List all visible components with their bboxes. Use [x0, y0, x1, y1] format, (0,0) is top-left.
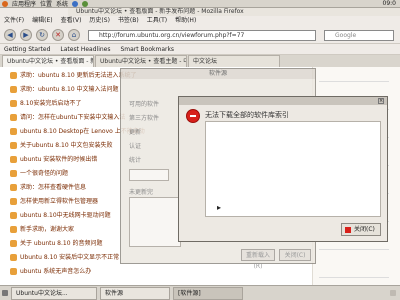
menu-file[interactable]: 文件(F)	[4, 16, 24, 26]
top-panel: 应用程序 位置 系统 09:0	[0, 0, 400, 8]
topic-row[interactable]: ubuntu 系统无声音怎么办	[10, 267, 91, 277]
tab-authentication[interactable]: 认证	[129, 141, 141, 150]
topic-row[interactable]: 求助：ubuntu 8.10 更新后无法进入系统了	[10, 71, 137, 81]
topic-folder-icon	[10, 128, 17, 135]
taskbar-software-sources[interactable]: 软件源	[100, 286, 170, 300]
tab-statistics[interactable]: 统计	[129, 155, 141, 164]
show-desktop-icon[interactable]	[2, 290, 8, 296]
close-button[interactable]: 关闭(C)	[341, 223, 381, 236]
divider	[319, 277, 389, 278]
tab-strip: Ubuntu中文论坛 • 查看版面 - 新手... Ubuntu中文论坛 • 查…	[0, 55, 400, 67]
source-list[interactable]	[129, 197, 181, 247]
menu-bar: 文件(F) 编辑(E) 查看(V) 历史(S) 书签(B) 工具(T) 帮助(H…	[0, 16, 400, 26]
topic-row[interactable]: 8.10安装完后启动不了	[10, 99, 81, 109]
bottom-panel: Ubuntu中文论坛... 软件源 [软件源]	[0, 285, 400, 300]
error-message: 无法下载全部的软件库索引	[205, 111, 289, 119]
topic-folder-icon	[10, 254, 17, 261]
mail-launcher-icon[interactable]	[82, 0, 89, 7]
topic-folder-icon	[10, 72, 17, 79]
menu-view[interactable]: 查看(V)	[61, 16, 82, 26]
ubuntu-logo-icon[interactable]	[2, 0, 8, 7]
topic-folder-icon	[10, 198, 17, 205]
topic-row[interactable]: Ubuntu 8.10 安装后中文显示不正常	[10, 253, 119, 263]
bookmark-smart-bookmarks[interactable]: Smart Bookmarks	[120, 44, 174, 54]
back-arrow-icon[interactable]: ◀	[4, 29, 16, 41]
topic-row[interactable]: 请问：怎样在ubuntu下安装中文输入法	[10, 113, 125, 123]
dialog-titlebar[interactable]: ×	[179, 97, 387, 105]
panel-menu-system[interactable]: 系统	[56, 0, 68, 8]
topic-folder-icon	[10, 240, 17, 247]
menu-bookmarks[interactable]: 书签(B)	[118, 16, 139, 26]
tab-forum-list[interactable]: Ubuntu中文论坛 • 查看版面 - 新手...	[2, 55, 94, 67]
error-details-textarea[interactable]	[205, 121, 381, 217]
back-close-button[interactable]: 关闭(C)	[279, 249, 311, 261]
tab-forum-topic[interactable]: Ubuntu中文论坛 • 查看主题 - 中...	[95, 55, 187, 67]
close-icon[interactable]: ×	[378, 98, 384, 104]
stop-icon[interactable]: ✕	[52, 29, 64, 41]
menu-history[interactable]: 历史(S)	[89, 16, 110, 26]
topic-row[interactable]: 求助：怎样查看硬件信息	[10, 183, 86, 193]
dialog-title: 软件源	[121, 69, 315, 79]
reload-button[interactable]: 重新载入(R)	[241, 249, 275, 270]
topic-row[interactable]: ubuntu 安装软件的时候出错	[10, 155, 97, 165]
topic-folder-icon	[10, 100, 17, 107]
topic-folder-icon	[10, 212, 17, 219]
divider	[319, 81, 389, 82]
bookmarks-toolbar: Getting Started Latest Headlines Smart B…	[0, 44, 400, 55]
trash-icon[interactable]	[390, 290, 396, 296]
error-icon	[186, 109, 200, 123]
topic-folder-icon	[10, 142, 17, 149]
menu-edit[interactable]: 编辑(E)	[32, 16, 52, 26]
topic-folder-icon	[10, 114, 17, 121]
topic-row[interactable]: 怎样使用新立得软件包管理器	[10, 197, 98, 207]
topic-row[interactable]: 求助：ubuntu 8.10 中文输入法问题	[10, 85, 119, 95]
tab-third-party[interactable]: 第三方软件	[129, 113, 159, 122]
topic-folder-icon	[10, 268, 17, 275]
close-icon	[345, 227, 351, 233]
firefox-launcher-icon[interactable]	[72, 0, 79, 7]
forward-arrow-icon[interactable]: ▶	[20, 29, 32, 41]
menu-help[interactable]: 帮助(H)	[175, 16, 196, 26]
reload-icon[interactable]: ↻	[36, 29, 48, 41]
home-icon[interactable]: ⌂	[68, 29, 80, 41]
bookmark-latest-headlines[interactable]: Latest Headlines	[60, 44, 110, 54]
text-cursor-icon: ▸	[217, 203, 222, 212]
topic-row[interactable]: 关于ubuntu 8.10 中文包安装失败	[10, 141, 113, 151]
section-label: 未更新完	[129, 189, 154, 196]
topic-folder-icon	[10, 170, 17, 177]
taskbar-error-dialog[interactable]: [软件源]	[173, 286, 243, 300]
url-bar[interactable]: http://forum.ubuntu.org.cn/viewforum.php…	[88, 30, 316, 41]
panel-menu-applications[interactable]: 应用程序	[12, 0, 36, 8]
update-dropdown[interactable]	[129, 169, 169, 181]
divider	[319, 249, 389, 250]
window-title: Ubuntu中文论坛 • 查看版面 - 新手发布问题 - Mozilla Fir…	[68, 8, 400, 16]
panel-menu-places[interactable]: 位置	[40, 0, 52, 8]
tab-forum-home[interactable]: 中文论坛	[188, 55, 280, 67]
menu-tools[interactable]: 工具(T)	[147, 16, 167, 26]
bookmark-getting-started[interactable]: Getting Started	[4, 44, 50, 54]
topic-folder-icon	[10, 226, 17, 233]
topic-folder-icon	[10, 86, 17, 93]
topic-row[interactable]: ubuntu 8.10中无线网卡驱动问题	[10, 211, 111, 221]
topic-row[interactable]: 关于 ubuntu 8.10 的音频问题	[10, 239, 102, 249]
tab-available-software[interactable]: 可用的软件	[129, 99, 159, 108]
topic-folder-icon	[10, 184, 17, 191]
tab-updates[interactable]: 更新	[129, 127, 141, 136]
topic-folder-icon	[10, 156, 17, 163]
topic-row[interactable]: 新手求助，谢谢大家	[10, 225, 74, 235]
error-dialog: × 无法下载全部的软件库索引 ▸ 关闭(C)	[178, 96, 388, 242]
panel-clock[interactable]: 09:0	[383, 0, 396, 7]
topic-row[interactable]: 一个很奇怪的问题	[10, 169, 68, 179]
search-input[interactable]: Google	[324, 30, 394, 41]
taskbar-firefox[interactable]: Ubuntu中文论坛...	[11, 286, 97, 300]
